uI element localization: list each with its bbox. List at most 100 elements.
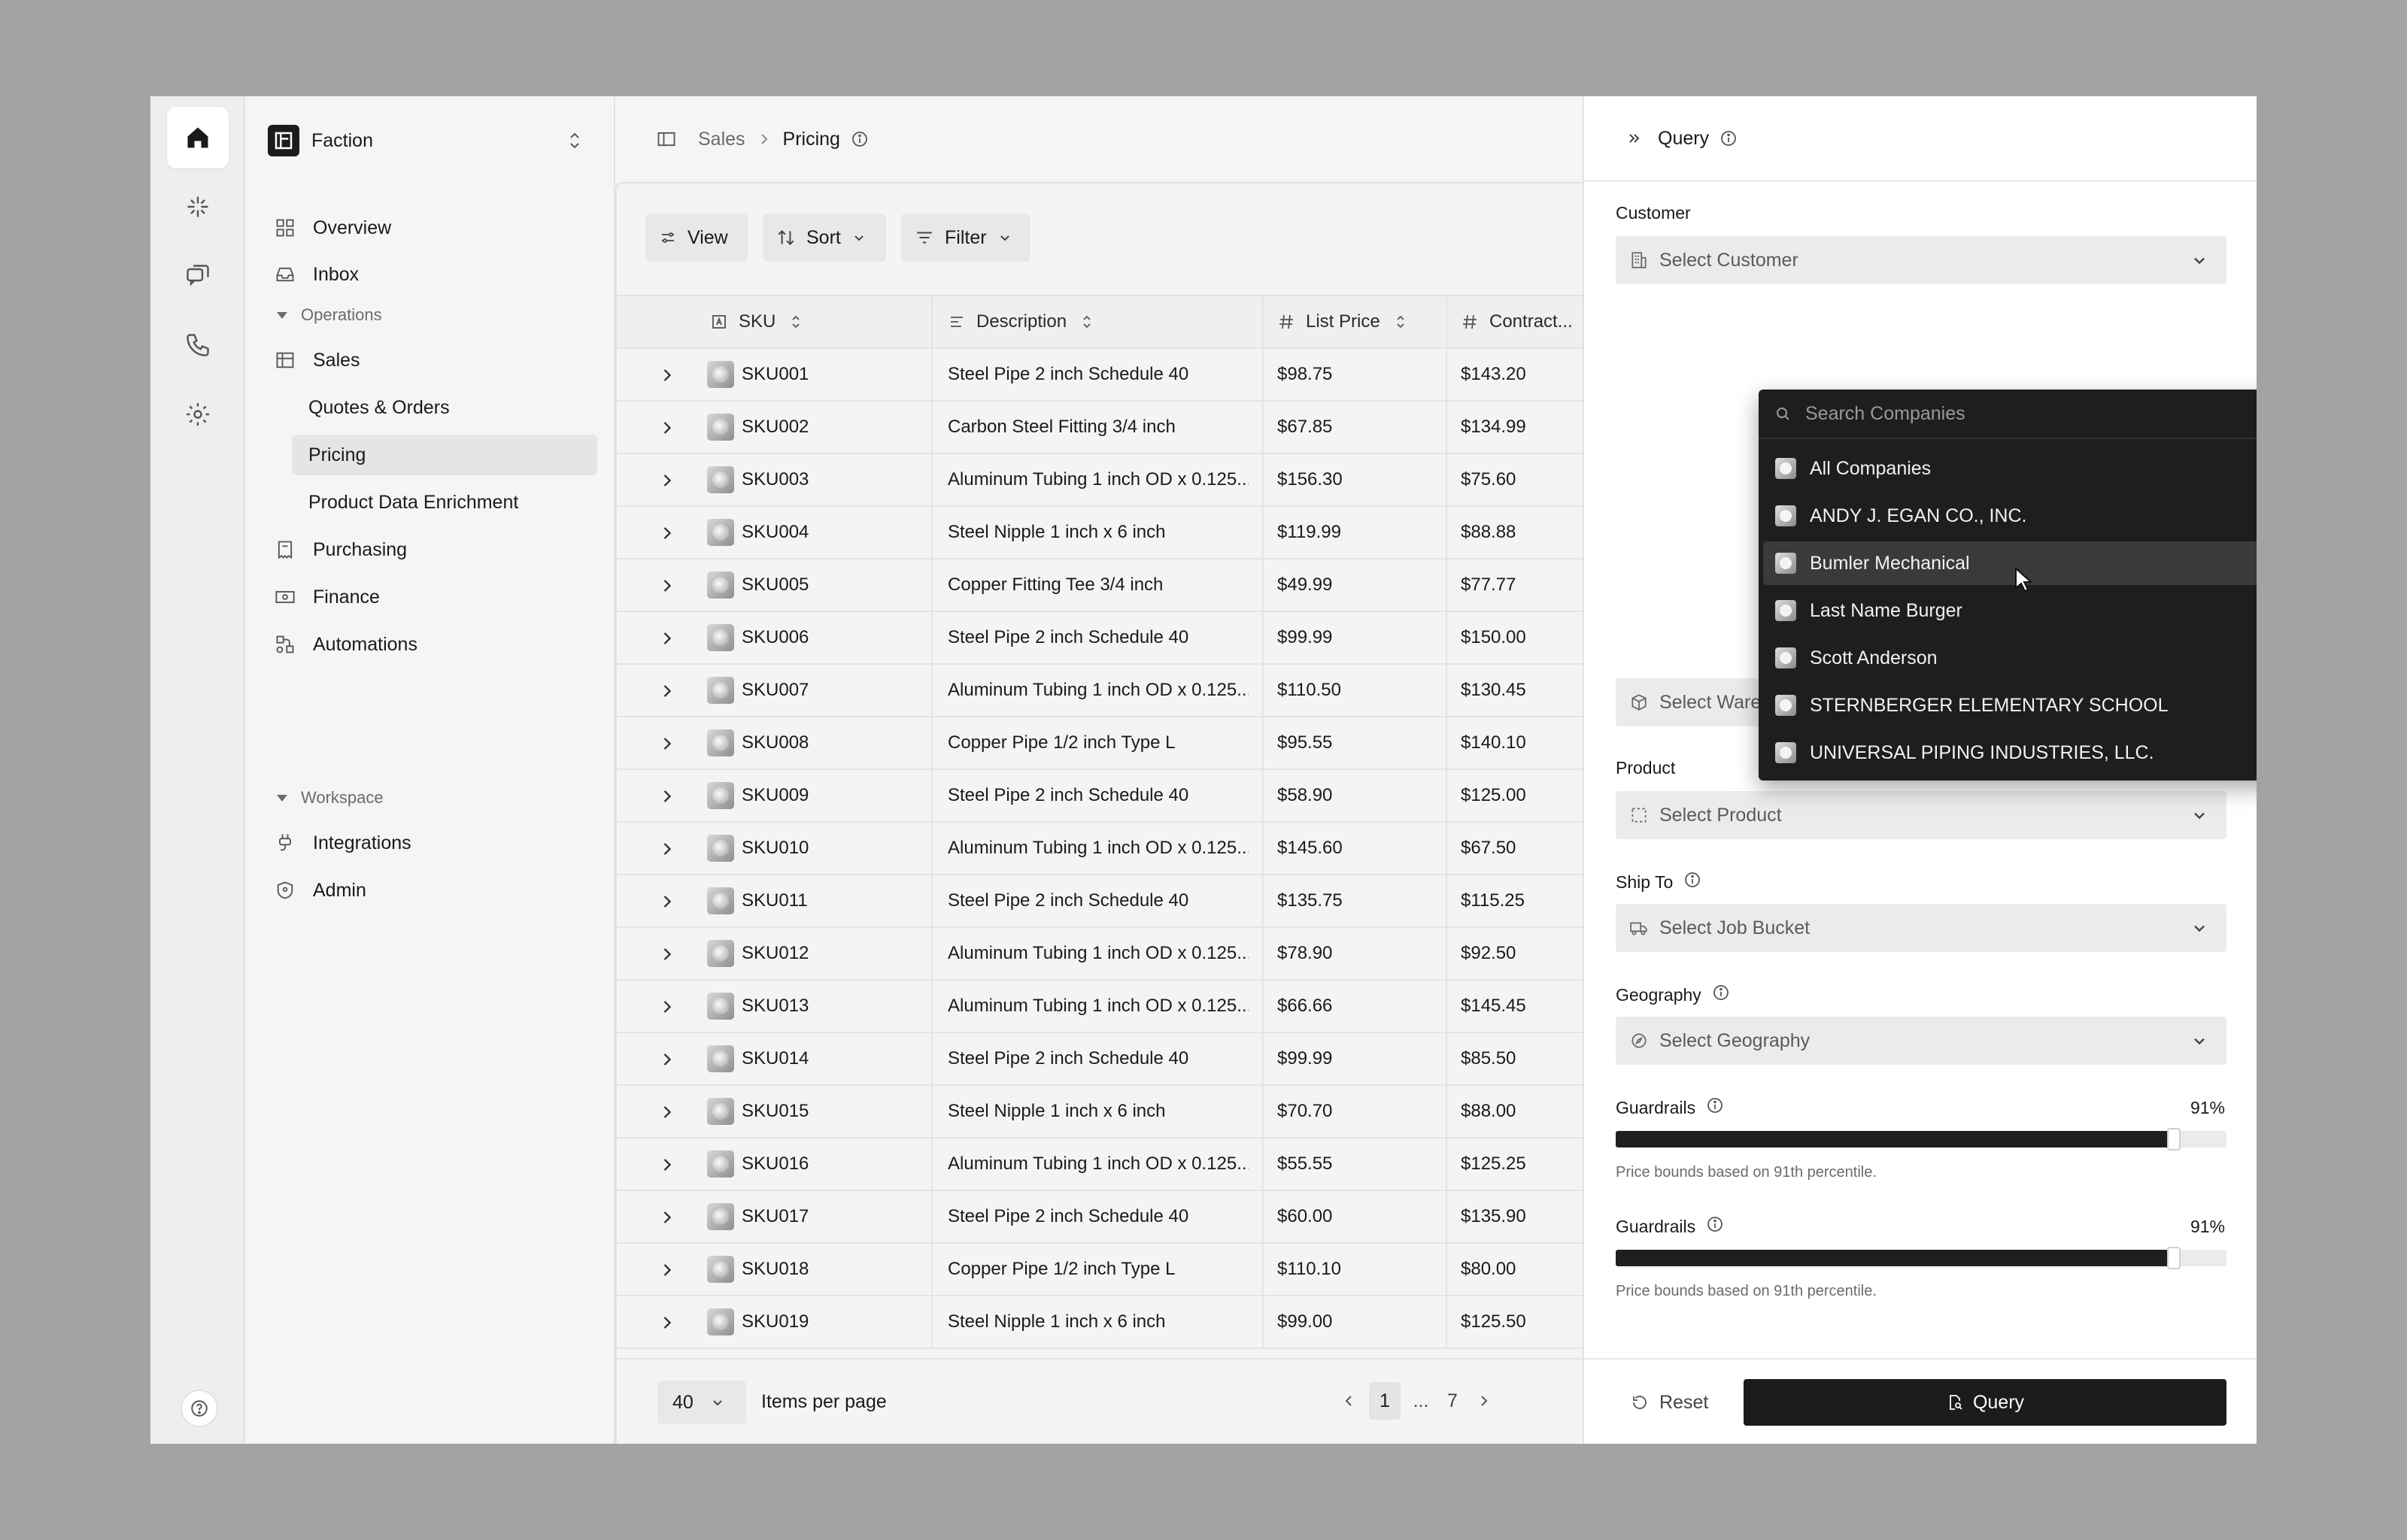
sidebar-item-integrations[interactable]: Integrations	[268, 823, 575, 863]
expand-row-icon[interactable]	[659, 1155, 675, 1180]
company-option[interactable]: Bumler Mechanical	[1763, 541, 2257, 585]
expand-row-icon[interactable]	[659, 1313, 675, 1338]
ship-to-select[interactable]: Select Job Bucket	[1616, 904, 2226, 952]
geography-select[interactable]: Select Geography	[1616, 1017, 2226, 1065]
items-per-page-select[interactable]: 40	[657, 1381, 746, 1424]
expand-row-icon[interactable]	[659, 944, 675, 969]
column-header-list-price[interactable]: List Price	[1277, 296, 1444, 347]
expand-row-icon[interactable]	[659, 1260, 675, 1285]
expand-row-icon[interactable]	[659, 523, 675, 548]
sidebar-toggle-icon[interactable]	[656, 129, 677, 150]
slider-handle[interactable]	[2166, 1128, 2181, 1150]
expand-row-icon[interactable]	[659, 1208, 675, 1232]
column-header-sku[interactable]: SKU	[710, 296, 921, 347]
company-option[interactable]: ANDY J. EGAN CO., INC.	[1763, 494, 2257, 538]
table-row[interactable]: SKU017 Steel Pipe 2 inch Schedule 40 $60.0…	[617, 1191, 1733, 1244]
table-row[interactable]: SKU018 Copper Pipe 1/2 inch Type L $110.10…	[617, 1244, 1733, 1296]
table-row[interactable]: SKU015 Steel Nipple 1 inch x 6 inch $70.70…	[617, 1086, 1733, 1138]
reset-button[interactable]: Reset	[1616, 1379, 1723, 1426]
company-option[interactable]: Scott Anderson	[1763, 636, 2257, 680]
view-button[interactable]: View	[645, 214, 748, 262]
shield-icon	[274, 879, 296, 902]
table-row[interactable]: SKU011 Steel Pipe 2 inch Schedule 40 $135.…	[617, 875, 1733, 928]
customer-select[interactable]: Select Customer	[1616, 236, 2226, 284]
info-icon[interactable]	[1712, 984, 1730, 1006]
info-icon[interactable]	[1683, 871, 1701, 893]
expand-row-icon[interactable]	[659, 365, 675, 390]
table-row[interactable]: SKU013 Aluminum Tubing 1 inch OD x 0.125.…	[617, 981, 1733, 1033]
expand-row-icon[interactable]	[659, 418, 675, 443]
workspace-switcher[interactable]: Faction	[268, 122, 584, 159]
table-row[interactable]: SKU007 Aluminum Tubing 1 inch OD x 0.125.…	[617, 665, 1733, 717]
expand-row-icon[interactable]	[659, 471, 675, 496]
section-operations[interactable]: Operations	[277, 305, 382, 325]
table-row[interactable]: SKU002 Carbon Steel Fitting 3/4 inch $67.8…	[617, 402, 1733, 454]
sidebar-item-pricing[interactable]: Pricing	[292, 435, 597, 475]
page-7-button[interactable]: 7	[1441, 1382, 1464, 1420]
expand-row-icon[interactable]	[659, 629, 675, 653]
table-row[interactable]: SKU006 Steel Pipe 2 inch Schedule 40 $99.9…	[617, 612, 1733, 665]
home-icon[interactable]	[167, 107, 229, 168]
description-cell: Steel Nipple 1 inch x 6 inch	[948, 1296, 1249, 1348]
expand-row-icon[interactable]	[659, 1050, 675, 1075]
sidebar-item-finance[interactable]: Finance	[268, 577, 575, 617]
company-option[interactable]: Last Name Burger	[1763, 589, 2257, 632]
sidebar-item-admin[interactable]: Admin	[268, 870, 575, 911]
chat-icon[interactable]	[167, 245, 229, 307]
table-row[interactable]: SKU003 Aluminum Tubing 1 inch OD x 0.125.…	[617, 454, 1733, 507]
next-page-button[interactable]	[1473, 1382, 1495, 1420]
column-header-description[interactable]: Description	[948, 296, 1241, 347]
table-row[interactable]: SKU008 Copper Pipe 1/2 inch Type L $95.55 $…	[617, 717, 1733, 770]
product-select[interactable]: Select Product	[1616, 791, 2226, 839]
slider-handle[interactable]	[2166, 1247, 2181, 1269]
sidebar-item-quotes-orders[interactable]: Quotes & Orders	[292, 387, 597, 428]
expand-row-icon[interactable]	[659, 892, 675, 917]
sort-icon	[778, 229, 794, 246]
phone-icon[interactable]	[167, 314, 229, 376]
table-row[interactable]: SKU005 Copper Fitting Tee 3/4 inch $49.99 $…	[617, 559, 1733, 612]
sidebar-item-product-data-enrichment[interactable]: Product Data Enrichment	[292, 482, 597, 523]
sidebar-item-sales[interactable]: Sales	[268, 340, 575, 380]
table-row[interactable]: SKU019 Steel Nipple 1 inch x 6 inch $99.00…	[617, 1296, 1733, 1349]
sort-button[interactable]: Sort	[763, 214, 886, 262]
collapse-panel-icon[interactable]	[1626, 130, 1643, 147]
table-row[interactable]: SKU016 Aluminum Tubing 1 inch OD x 0.125.…	[617, 1138, 1733, 1191]
table-row[interactable]: SKU010 Aluminum Tubing 1 inch OD x 0.125.…	[617, 823, 1733, 875]
filter-button[interactable]: Filter	[901, 214, 1030, 262]
expand-row-icon[interactable]	[659, 997, 675, 1022]
settings-icon[interactable]	[167, 383, 229, 445]
query-button[interactable]: Query	[1744, 1379, 2226, 1426]
sidebar-item-overview[interactable]: Overview	[268, 208, 575, 248]
company-option[interactable]: All Companies	[1763, 447, 2257, 490]
prev-page-button[interactable]	[1337, 1382, 1360, 1420]
page-1-button[interactable]: 1	[1369, 1382, 1401, 1420]
table-row[interactable]: SKU009 Steel Pipe 2 inch Schedule 40 $58.9…	[617, 770, 1733, 823]
info-icon[interactable]	[1706, 1215, 1724, 1238]
expand-row-icon[interactable]	[659, 734, 675, 759]
info-icon[interactable]	[1706, 1096, 1724, 1119]
table-row[interactable]: SKU014 Steel Pipe 2 inch Schedule 40 $99.9…	[617, 1033, 1733, 1086]
company-search-input[interactable]: Search Companies	[1759, 390, 2257, 439]
expand-row-icon[interactable]	[659, 576, 675, 601]
expand-row-icon[interactable]	[659, 681, 675, 706]
expand-row-icon[interactable]	[659, 787, 675, 811]
table-row[interactable]: SKU004 Steel Nipple 1 inch x 6 inch $119.9…	[617, 507, 1733, 559]
sidebar-item-inbox[interactable]: Inbox	[268, 254, 575, 295]
sidebar-item-purchasing[interactable]: Purchasing	[268, 529, 575, 570]
sparkle-icon[interactable]	[167, 176, 229, 238]
breadcrumb-sales[interactable]: Sales	[698, 129, 745, 150]
company-option[interactable]: STERNBERGER ELEMENTARY SCHOOL	[1763, 684, 2257, 727]
expand-row-icon[interactable]	[659, 839, 675, 864]
info-icon[interactable]	[851, 130, 869, 148]
expand-row-icon[interactable]	[659, 1102, 675, 1127]
info-icon[interactable]	[1720, 129, 1738, 147]
table-row[interactable]: SKU001 Steel Pipe 2 inch Schedule 40 $98.7…	[617, 349, 1733, 402]
guardrails-slider[interactable]	[1616, 1128, 2226, 1150]
sidebar-item-automations[interactable]: Automations	[268, 624, 575, 665]
guardrails-slider[interactable]	[1616, 1247, 2226, 1269]
help-icon[interactable]	[181, 1390, 218, 1427]
cell-text: $130.45	[1461, 680, 1526, 700]
table-row[interactable]: SKU012 Aluminum Tubing 1 inch OD x 0.125.…	[617, 928, 1733, 981]
section-workspace[interactable]: Workspace	[277, 788, 384, 808]
company-option[interactable]: UNIVERSAL PIPING INDUSTRIES, LLC.	[1763, 731, 2257, 775]
